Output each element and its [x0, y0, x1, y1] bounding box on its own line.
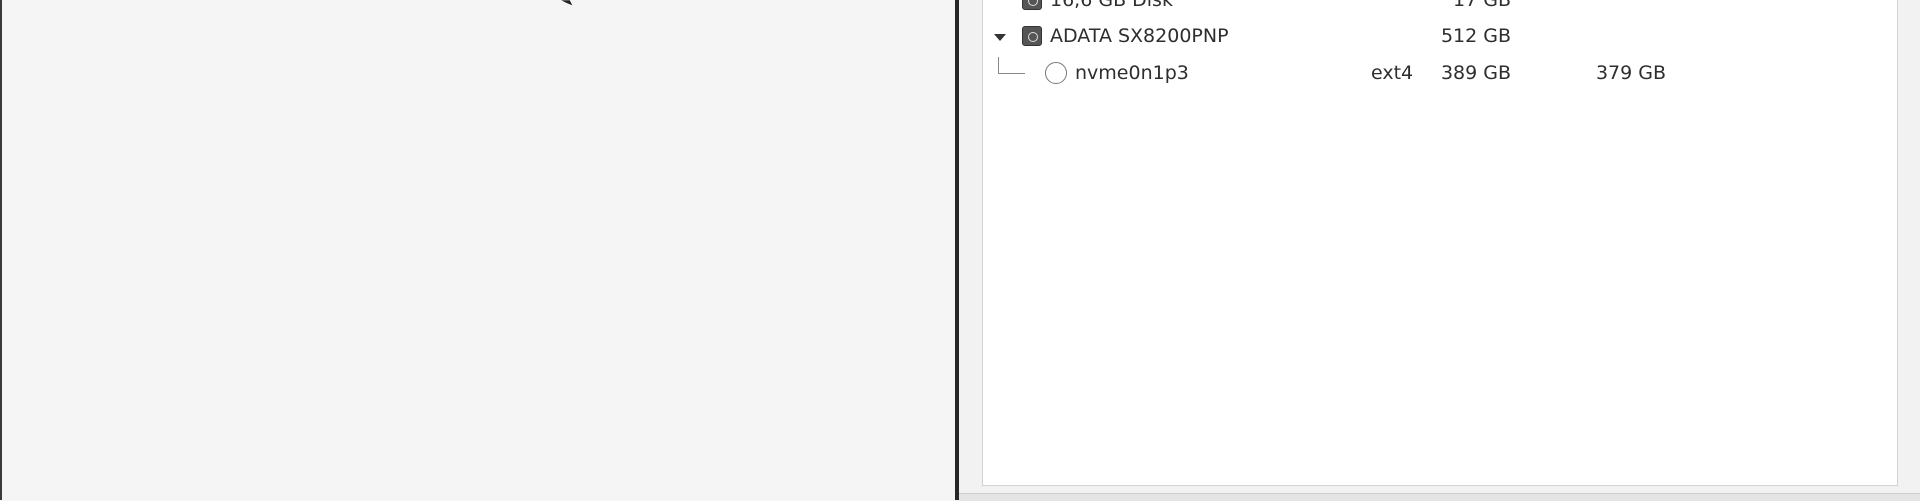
partition-name: nvme0n1p3 — [1075, 62, 1189, 84]
tree-connector-line — [998, 57, 1025, 74]
device-tree-view[interactable]: 16,6 GB Disk 17 GB ADATA SX8200PNP 512 G… — [982, 0, 1898, 486]
mouse-cursor-icon — [560, 0, 574, 7]
disk-icon — [1022, 26, 1042, 46]
device-size: 17 GB — [1453, 0, 1511, 11]
disk-icon — [1022, 0, 1042, 10]
chevron-down-icon[interactable] — [994, 34, 1006, 41]
device-size: 512 GB — [1440, 25, 1511, 47]
device-name: 16,6 GB Disk — [1050, 0, 1173, 11]
partition-icon — [1045, 62, 1067, 84]
tree-row-disk[interactable]: 16,6 GB Disk 17 GB — [983, 0, 1897, 18]
tree-row-adata[interactable]: ADATA SX8200PNP 512 GB — [983, 18, 1897, 54]
tree-row-partition[interactable]: nvme0n1p3 ext4 389 GB 379 GB — [983, 55, 1897, 91]
device-name: ADATA SX8200PNP — [1050, 25, 1229, 47]
partition-used: 379 GB — [1595, 62, 1666, 84]
left-pane — [0, 0, 955, 500]
partition-size: 389 GB — [1440, 62, 1511, 84]
right-pane: 16,6 GB Disk 17 GB ADATA SX8200PNP 512 G… — [959, 0, 1920, 501]
